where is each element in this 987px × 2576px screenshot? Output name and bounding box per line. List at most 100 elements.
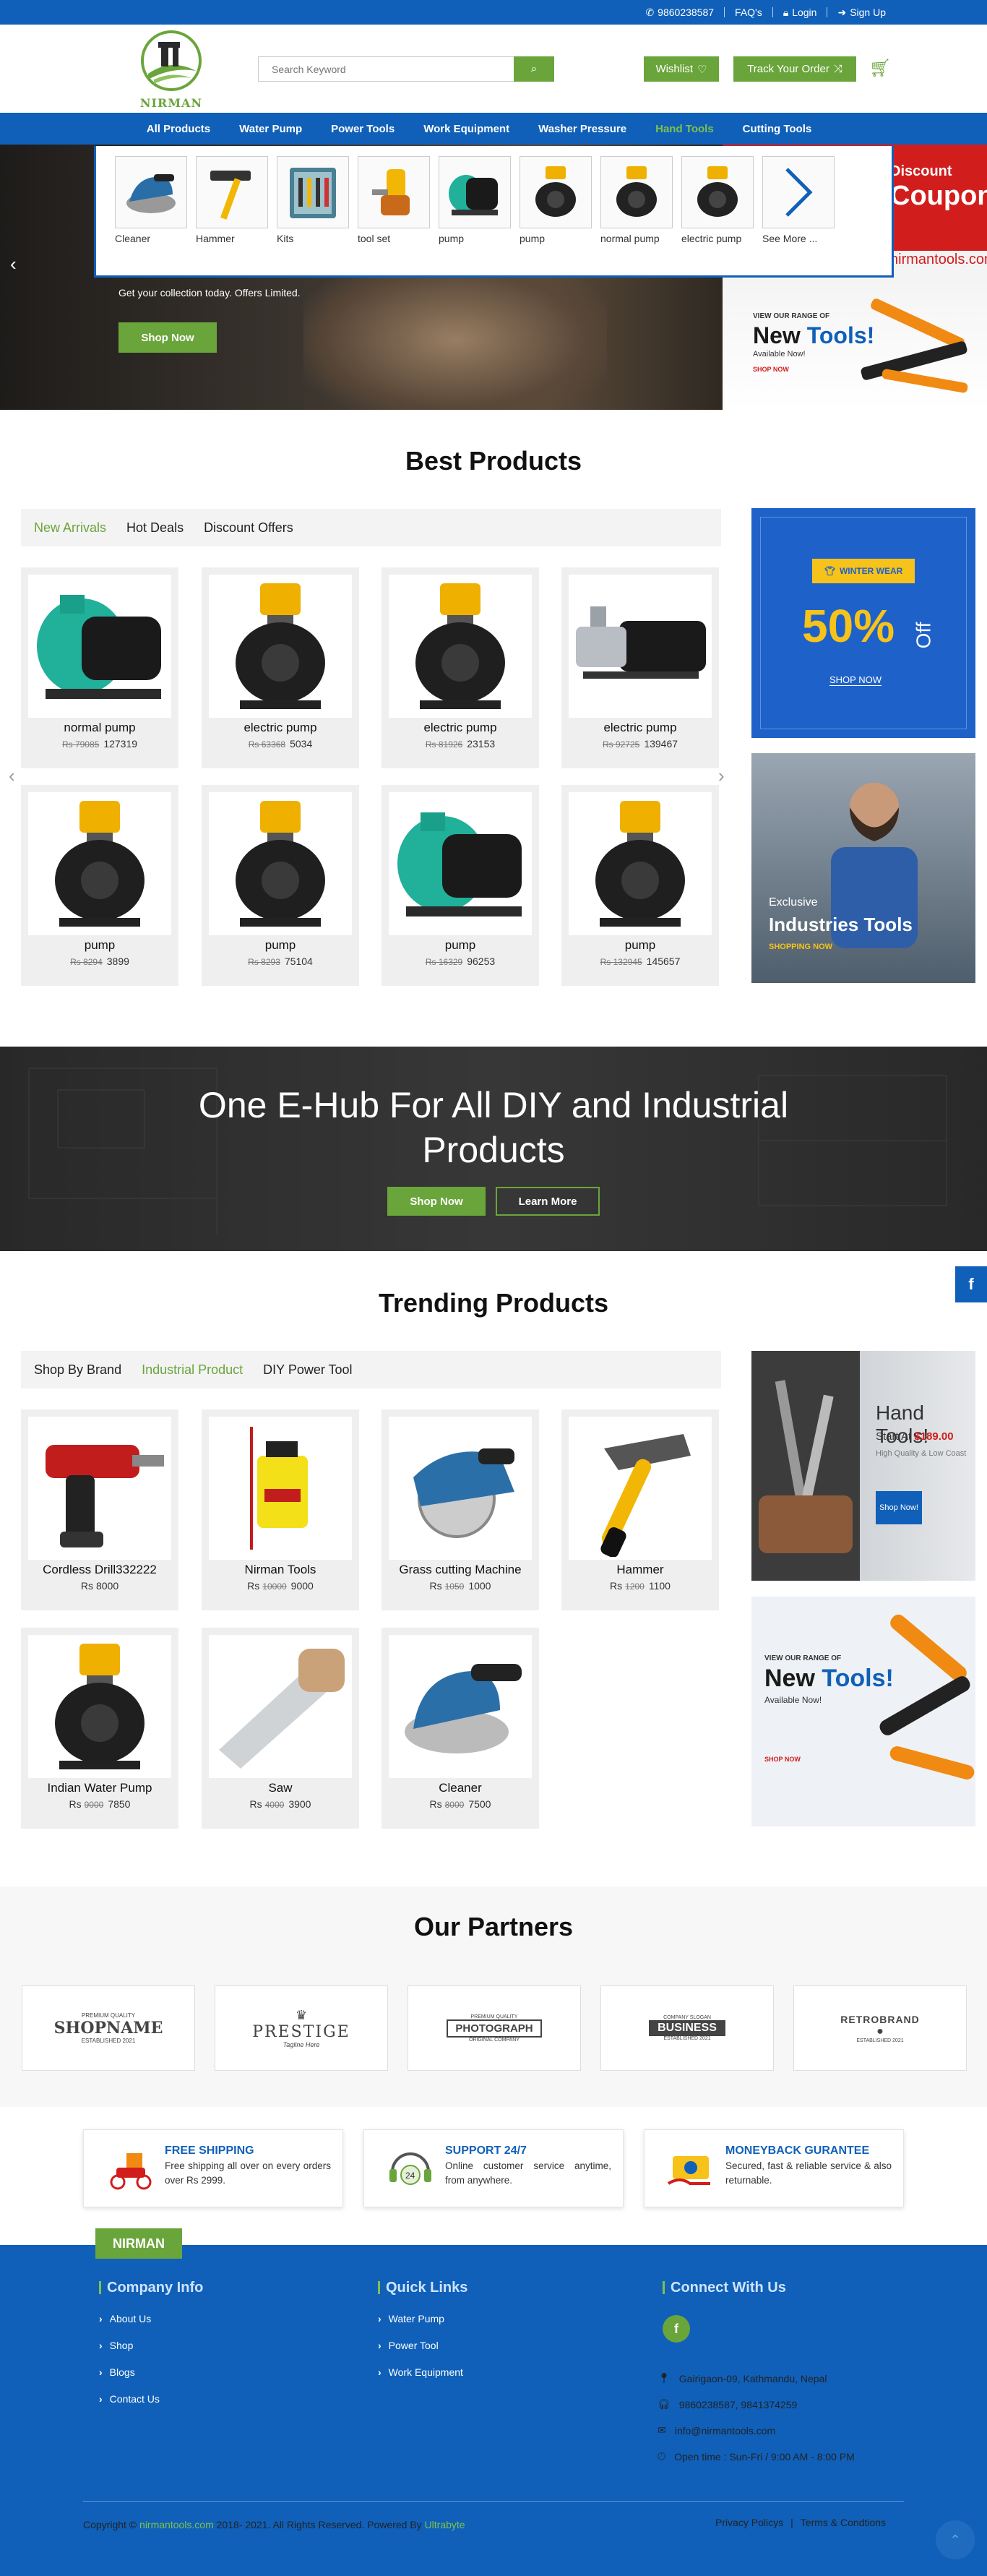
dropdown-item[interactable]: pump (439, 156, 511, 265)
dropdown-item[interactable]: tool set (358, 156, 430, 265)
tab-hot-deals[interactable]: Hot Deals (126, 520, 184, 536)
product-card[interactable]: pump Rs 16329 96253 (382, 785, 539, 986)
logo[interactable]: NIRMAN (134, 29, 209, 110)
dropdown-item[interactable]: electric pump (681, 156, 754, 265)
side-shop-link[interactable]: SHOP NOW (753, 366, 789, 373)
product-image[interactable] (209, 575, 352, 718)
product-name[interactable]: electric pump (561, 721, 719, 735)
product-name[interactable]: normal pump (21, 721, 178, 735)
hero-prev-arrow[interactable]: ‹ (10, 253, 17, 275)
nav-hand-tools[interactable]: Hand Tools (655, 123, 714, 135)
dropdown-item[interactable]: Kits (277, 156, 349, 265)
product-image[interactable] (389, 1417, 532, 1560)
tab-industrial-product[interactable]: Industrial Product (142, 1362, 243, 1378)
faq-link[interactable]: FAQ's (735, 7, 762, 18)
product-name[interactable]: electric pump (202, 721, 359, 735)
footer-link-power-tool[interactable]: Power Tool (378, 2340, 439, 2351)
product-image[interactable] (28, 575, 171, 718)
search-button[interactable]: ⌕ (514, 56, 554, 82)
footer-link-shop[interactable]: Shop (99, 2340, 134, 2351)
banner-shop-button[interactable]: Shop Now (387, 1187, 486, 1216)
nav-work-equipment[interactable]: Work Equipment (423, 123, 509, 135)
footer-link-water-pump[interactable]: Water Pump (378, 2313, 444, 2324)
product-name[interactable]: Hammer (561, 1563, 719, 1577)
dropdown-item[interactable]: pump (520, 156, 592, 265)
phone-link[interactable]: ✆ 9860238587 (645, 7, 714, 19)
partner-logo[interactable]: PREMIUM QUALITY SHOPNAME ESTABLISHED 202… (22, 1985, 195, 2071)
product-card[interactable]: pump Rs 132945 145657 (561, 785, 719, 986)
tab-diy-power-tool[interactable]: DIY Power Tool (263, 1362, 352, 1378)
product-card[interactable]: Cleaner Rs 8000 7500 (382, 1628, 539, 1829)
product-card[interactable]: Hammer Rs 1200 1100 (561, 1409, 719, 1610)
product-name[interactable]: pump (382, 938, 539, 953)
product-name[interactable]: Cleaner (382, 1781, 539, 1795)
partner-logo[interactable]: COMPANY SLOGAN BUSINESS ESTABLISHED 2021 (600, 1985, 774, 2071)
search-input[interactable] (258, 56, 514, 82)
footer-email[interactable]: ✉ info@nirmantools.com (658, 2424, 775, 2437)
product-image[interactable] (569, 1417, 712, 1560)
footer-link-about[interactable]: About Us (99, 2313, 152, 2324)
product-name[interactable]: Saw (202, 1781, 359, 1795)
product-image[interactable] (209, 792, 352, 935)
back-to-top-button[interactable]: ⌃ (936, 2520, 975, 2559)
tab-discount-offers[interactable]: Discount Offers (204, 520, 293, 536)
product-image[interactable] (28, 792, 171, 935)
tab-new-arrivals[interactable]: New Arrivals (34, 520, 106, 536)
footer-link-blogs[interactable]: Blogs (99, 2366, 135, 2378)
promo-shop-link[interactable]: SHOPPING NOW (769, 943, 832, 951)
product-card[interactable]: pump Rs 8294 3899 (21, 785, 178, 986)
product-image[interactable] (389, 575, 532, 718)
wishlist-button[interactable]: Wishlist ♡ (644, 56, 719, 82)
product-name[interactable]: electric pump (382, 721, 539, 735)
dropdown-item[interactable]: normal pump (600, 156, 673, 265)
footer-link-work-equipment[interactable]: Work Equipment (378, 2366, 463, 2378)
winter-wear-promo[interactable]: 👕︎ WINTER WEAR 50% Off SHOP NOW (751, 508, 975, 738)
product-name[interactable]: Nirman Tools (202, 1563, 359, 1577)
nav-water-pump[interactable]: Water Pump (239, 123, 302, 135)
track-order-button[interactable]: Track Your Order ⤨ (733, 56, 856, 82)
product-name[interactable]: pump (202, 938, 359, 953)
product-image[interactable] (209, 1417, 352, 1560)
facebook-icon[interactable]: f (663, 2315, 690, 2343)
login-link[interactable]: 🔒︎ Login (783, 7, 817, 19)
nav-washer-pressure[interactable]: Washer Pressure (538, 123, 626, 135)
dropdown-item[interactable]: Hammer (196, 156, 268, 265)
privacy-policy-link[interactable]: Privacy Policys (715, 2517, 783, 2528)
partner-logo[interactable]: PREMIUM QUALITY PHOTOGRAPH ORIGINAL COMP… (408, 1985, 581, 2071)
slider-prev-arrow[interactable]: ‹ (9, 765, 15, 787)
product-card[interactable]: Cordless Drill332222 Rs 8000 (21, 1409, 178, 1610)
powered-by-link[interactable]: Ultrabyte (425, 2519, 465, 2530)
hand-tools-promo[interactable]: Hand Tools! Start At $189.00 High Qualit… (751, 1351, 975, 1581)
product-card[interactable]: electric pump Rs 81926 23153 (382, 567, 539, 768)
footer-link-contact[interactable]: Contact Us (99, 2393, 160, 2405)
product-name[interactable]: Cordless Drill332222 (21, 1563, 178, 1577)
product-image[interactable] (389, 792, 532, 935)
product-card[interactable]: Nirman Tools Rs 10000 9000 (202, 1409, 359, 1610)
product-name[interactable]: pump (21, 938, 178, 953)
product-card[interactable]: Saw Rs 4000 3900 (202, 1628, 359, 1829)
product-image[interactable] (389, 1635, 532, 1778)
product-image[interactable] (569, 575, 712, 718)
product-card[interactable]: pump Rs 8293 75104 (202, 785, 359, 986)
promo-shop-button[interactable]: Shop Now! (876, 1491, 922, 1524)
product-image[interactable] (28, 1635, 171, 1778)
product-name[interactable]: Grass cutting Machine (382, 1563, 539, 1577)
product-card[interactable]: electric pump Rs 92725 139467 (561, 567, 719, 768)
product-image[interactable] (28, 1417, 171, 1560)
product-name[interactable]: pump (561, 938, 719, 953)
cart-icon[interactable]: 🛒︎ (869, 58, 891, 79)
dropdown-see-more[interactable]: See More ... (762, 156, 835, 265)
nav-power-tools[interactable]: Power Tools (331, 123, 395, 135)
product-card[interactable]: Indian Water Pump Rs 9000 7850 (21, 1628, 178, 1829)
terms-link[interactable]: Terms & Condtions (801, 2517, 886, 2528)
dropdown-item[interactable]: Cleaner (115, 156, 187, 265)
nav-all-products[interactable]: All Products (147, 123, 210, 135)
slider-next-arrow[interactable]: › (718, 765, 725, 787)
tab-shop-by-brand[interactable]: Shop By Brand (34, 1362, 121, 1378)
product-name[interactable]: Indian Water Pump (21, 1781, 178, 1795)
product-card[interactable]: Grass cutting Machine Rs 1050 1000 (382, 1409, 539, 1610)
promo-shop-link[interactable]: SHOP NOW (764, 1756, 801, 1763)
nav-cutting-tools[interactable]: Cutting Tools (743, 123, 812, 135)
product-card[interactable]: electric pump Rs 63368 5034 (202, 567, 359, 768)
hero-shop-button[interactable]: Shop Now (118, 322, 217, 353)
